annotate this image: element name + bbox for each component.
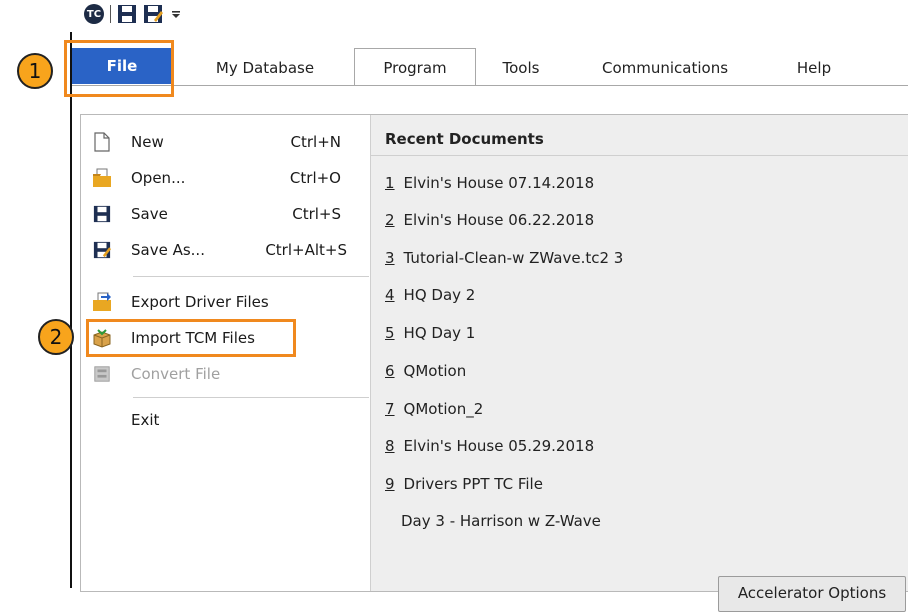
menu-item-label: Export Driver Files [131, 293, 269, 311]
recent-documents-heading: Recent Documents [385, 130, 544, 148]
callout-badge-2: 2 [38, 319, 74, 355]
recent-document-number: 1 [385, 174, 395, 192]
customize-dropdown-icon[interactable] [171, 7, 181, 21]
menu-item-save[interactable]: Save Ctrl+S [81, 197, 369, 231]
recent-document-number: 5 [385, 324, 395, 342]
recent-documents-divider [371, 155, 908, 156]
menu-item-label: Save [131, 205, 168, 223]
recent-document-name: QMotion [403, 362, 467, 380]
recent-document-item[interactable]: 6 QMotion [385, 358, 466, 384]
recent-document-name: HQ Day 2 [403, 286, 476, 304]
app-logo-icon[interactable]: TC [84, 4, 104, 24]
menu-item-save-as[interactable]: Save As... Ctrl+Alt+S [81, 233, 369, 267]
menu-divider [133, 397, 369, 398]
recent-document-name: Tutorial-Clean-w ZWave.tc2 3 [403, 249, 624, 267]
recent-document-name: QMotion_2 [403, 400, 484, 418]
tab-communications[interactable]: Communications [570, 52, 760, 84]
recent-document-name: HQ Day 1 [403, 324, 476, 342]
recent-document-number: 3 [385, 249, 395, 267]
menu-item-convert-file: Convert File [81, 357, 369, 391]
menu-item-label: Save As... [131, 241, 205, 259]
recent-document-name: Elvin's House 06.22.2018 [403, 211, 595, 229]
new-document-icon [91, 131, 113, 153]
recent-document-number: 2 [385, 211, 395, 229]
save-icon [91, 203, 113, 225]
recent-document-item[interactable]: 9 Drivers PPT TC File [385, 471, 543, 497]
tab-tools[interactable]: Tools [480, 52, 562, 84]
recent-document-name: Elvin's House 07.14.2018 [403, 174, 595, 192]
accelerator-options-button[interactable]: Accelerator Options [718, 576, 906, 612]
recent-document-item[interactable]: Day 3 - Harrison w Z-Wave [401, 508, 601, 534]
save-icon[interactable] [117, 4, 137, 24]
open-folder-icon [91, 167, 113, 189]
menu-item-shortcut: Ctrl+S [292, 205, 341, 223]
menu-item-exit[interactable]: Exit [81, 403, 369, 437]
ribbon-tabs: File My Database Program Tools Communica… [72, 40, 908, 86]
recent-document-item[interactable]: 8 Elvin's House 05.29.2018 [385, 433, 594, 459]
recent-documents-panel: Recent Documents 1 Elvin's House 07.14.20… [370, 115, 908, 591]
recent-document-item[interactable]: 4 HQ Day 2 [385, 282, 475, 308]
recent-document-item[interactable]: 2 Elvin's House 06.22.2018 [385, 207, 594, 233]
tab-program[interactable]: Program [354, 48, 476, 86]
recent-document-number: 7 [385, 400, 395, 418]
recent-document-name: Elvin's House 05.29.2018 [403, 437, 595, 455]
tab-help[interactable]: Help [784, 52, 844, 84]
export-icon [91, 291, 113, 313]
callout-badge-1: 1 [17, 53, 53, 89]
save-as-icon [91, 239, 113, 261]
menu-item-new[interactable]: New Ctrl+N [81, 125, 369, 159]
menu-item-label: Exit [131, 411, 160, 429]
recent-document-name: Day 3 - Harrison w Z-Wave [401, 512, 601, 530]
recent-document-name: Drivers PPT TC File [403, 475, 543, 493]
menu-divider [133, 276, 369, 277]
tab-my-database[interactable]: My Database [190, 52, 340, 84]
recent-document-item[interactable]: 5 HQ Day 1 [385, 320, 475, 346]
recent-document-number: 9 [385, 475, 395, 493]
recent-document-number: 8 [385, 437, 395, 455]
recent-document-item[interactable]: 7 QMotion_2 [385, 396, 483, 422]
menu-item-label: Open... [131, 169, 186, 187]
recent-document-item[interactable]: 1 Elvin's House 07.14.2018 [385, 170, 594, 196]
menu-item-shortcut: Ctrl+N [290, 133, 341, 151]
convert-icon [91, 363, 113, 385]
save-as-icon[interactable] [143, 4, 163, 24]
menu-item-open[interactable]: Open... Ctrl+O [81, 161, 369, 195]
menu-item-export-driver-files[interactable]: Export Driver Files [81, 285, 369, 319]
import-tcm-highlight [86, 319, 296, 357]
ribbon-divider [72, 85, 908, 86]
file-tab-highlight [64, 40, 174, 97]
menu-item-label: New [131, 133, 164, 151]
recent-document-number: 6 [385, 362, 395, 380]
recent-document-item[interactable]: 3 Tutorial-Clean-w ZWave.tc2 3 [385, 245, 623, 271]
recent-document-number: 4 [385, 286, 395, 304]
quick-access-toolbar: TC [84, 2, 181, 26]
menu-item-label: Convert File [131, 365, 221, 383]
toolbar-separator [110, 5, 111, 23]
application-window: File My Database Program Tools Communica… [70, 32, 908, 612]
menu-item-shortcut: Ctrl+Alt+S [265, 241, 347, 259]
menu-item-shortcut: Ctrl+O [289, 169, 341, 187]
